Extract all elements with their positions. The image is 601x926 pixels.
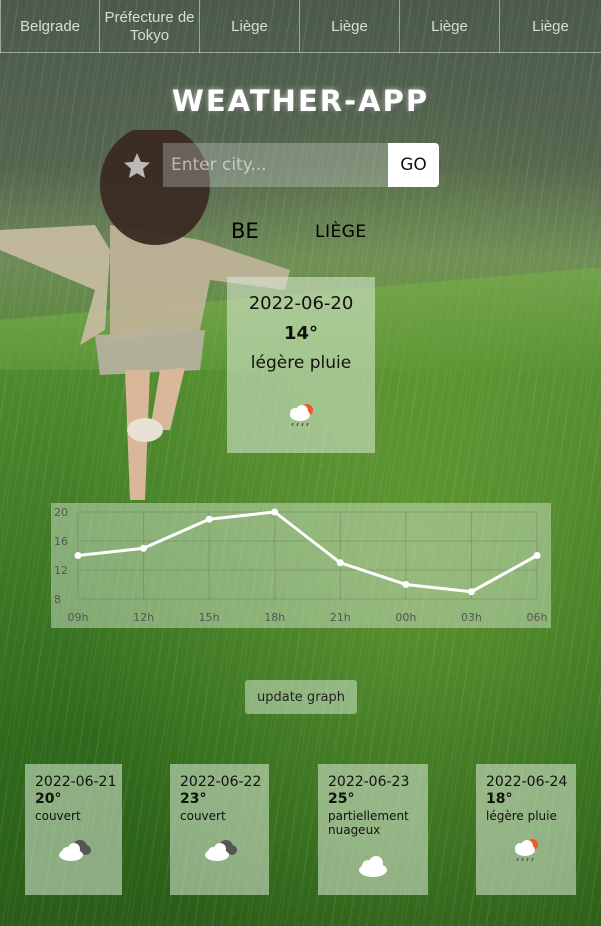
- app-title: WEATHER-APP: [171, 84, 430, 118]
- data-point: [402, 581, 410, 588]
- forecast-date: 2022-06-21: [35, 774, 117, 790]
- overcast-icon: [204, 840, 237, 861]
- country-code: BE: [231, 219, 259, 243]
- search-input[interactable]: [163, 143, 388, 187]
- data-point: [205, 515, 213, 523]
- forecast-date: 2022-06-22: [180, 774, 262, 790]
- forecast-description: partiellement nuageux: [328, 809, 409, 837]
- data-point: [467, 588, 475, 596]
- city-tabs: Belgrade Préfecture de Tokyo Liège Liège…: [0, 0, 601, 53]
- temperature-chart-svg: 20 16 12 8 09h 12h 15h 18h 21h 00h 03h 06h: [54, 506, 548, 624]
- cloud-icon: [359, 856, 387, 877]
- city-tab[interactable]: Préfecture de Tokyo: [100, 0, 200, 53]
- x-tick-label: 09h: [68, 611, 89, 624]
- forecast-temp: 25°: [328, 791, 355, 807]
- forecast-description: couvert: [180, 809, 226, 823]
- series-line: [77, 510, 538, 594]
- y-tick-label: 12: [54, 564, 68, 577]
- x-tick-label: 21h: [330, 611, 351, 624]
- y-tick-label: 20: [54, 506, 68, 519]
- x-tick-label: 06h: [527, 611, 548, 624]
- temperature-chart: 20 16 12 8 09h 12h 15h 18h 21h 00h 03h 06h: [51, 503, 551, 628]
- current-weather-card: 2022-06-20 14° légère pluie: [227, 277, 375, 453]
- current-description: légère pluie: [250, 353, 352, 373]
- update-graph-button[interactable]: update graph: [245, 680, 357, 714]
- y-tick-label: 16: [54, 535, 68, 548]
- go-button[interactable]: GO: [388, 143, 439, 187]
- data-point: [533, 552, 541, 559]
- forecast-card: 2022-06-24 18° légère pluie: [476, 764, 576, 895]
- forecast-temp: 18°: [486, 791, 513, 807]
- data-point: [140, 544, 148, 552]
- forecast-date: 2022-06-24: [486, 774, 568, 790]
- city-tab[interactable]: Liège: [200, 0, 300, 53]
- forecast-temp: 20°: [35, 791, 62, 807]
- forecast-description: couvert: [35, 809, 81, 823]
- x-tick-label: 18h: [264, 611, 285, 624]
- data-point: [74, 552, 82, 559]
- forecast-card: 2022-06-22 23° couvert: [170, 764, 269, 895]
- forecast-temp: 23°: [180, 791, 207, 807]
- forecast-date: 2022-06-23: [328, 774, 410, 790]
- y-tick-label: 8: [54, 593, 61, 606]
- x-tick-label: 00h: [395, 611, 416, 624]
- data-point: [336, 559, 344, 567]
- data-point: [271, 508, 279, 516]
- forecast-card: 2022-06-23 25° partiellement nuageux: [318, 764, 428, 895]
- city-tab[interactable]: Belgrade: [0, 0, 100, 53]
- star-icon[interactable]: [122, 151, 152, 181]
- forecast-card: 2022-06-21 20° couvert: [25, 764, 122, 895]
- x-tick-label: 15h: [199, 611, 220, 624]
- forecast-description: légère pluie: [486, 809, 557, 823]
- current-date: 2022-06-20: [248, 293, 354, 314]
- city-name: LIÈGE: [315, 222, 367, 242]
- city-tab[interactable]: Liège: [400, 0, 500, 53]
- city-tab[interactable]: Liège: [300, 0, 400, 53]
- x-tick-label: 12h: [133, 611, 154, 624]
- city-tab[interactable]: Liège: [500, 0, 601, 53]
- current-temp: 14°: [283, 323, 319, 344]
- x-tick-label: 03h: [461, 611, 482, 624]
- overcast-icon: [58, 840, 91, 861]
- light-rain-icon: [515, 839, 538, 862]
- light-rain-icon: [290, 404, 313, 427]
